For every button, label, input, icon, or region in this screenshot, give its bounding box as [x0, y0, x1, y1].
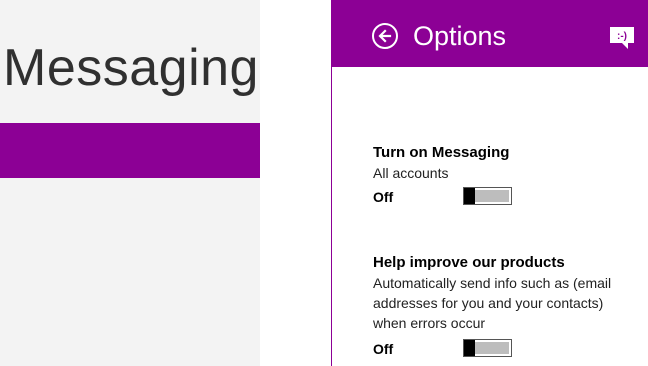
- toggle-row: Off: [373, 187, 633, 211]
- setting-help-improve: Help improve our products Automatically …: [373, 253, 633, 363]
- svg-text::-): :-): [617, 31, 627, 42]
- setting-heading: Turn on Messaging: [373, 144, 510, 161]
- setting-heading: Help improve our products: [373, 254, 565, 271]
- options-flyout: Options :-) Turn on Messaging All accoun…: [331, 0, 648, 366]
- accent-bar: [0, 123, 260, 178]
- setting-description: Automatically send info such as (email a…: [373, 275, 612, 331]
- toggle-state-label: Off: [373, 189, 394, 205]
- back-button[interactable]: [372, 23, 398, 49]
- setting-description: All accounts: [373, 165, 449, 181]
- app-background-pane: Messaging: [0, 0, 260, 366]
- setting-turn-on-messaging: Turn on Messaging All accounts Off: [373, 143, 633, 211]
- turn-on-messaging-toggle[interactable]: [463, 187, 512, 205]
- toggle-knob[interactable]: [464, 340, 475, 356]
- messaging-smiley-icon: :-): [610, 27, 634, 49]
- flyout-header: Options :-): [332, 0, 648, 67]
- content-gap: [260, 0, 331, 366]
- app-title: Messaging: [3, 39, 259, 97]
- toggle-state-label: Off: [373, 341, 394, 357]
- back-arrow-icon: [378, 29, 392, 43]
- help-improve-toggle[interactable]: [463, 339, 512, 357]
- toggle-row: Off: [373, 339, 633, 363]
- toggle-knob[interactable]: [464, 188, 475, 204]
- flyout-title: Options: [413, 21, 507, 51]
